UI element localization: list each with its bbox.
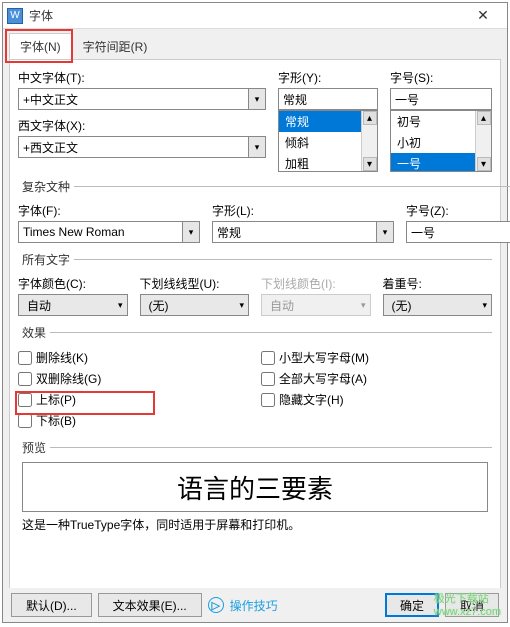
font-dialog: W 字体 ✕ 字体(N) 字符间距(R) 中文字体(T): ▾ 西文字体(X):… — [2, 2, 508, 623]
checkbox-strike[interactable]: 删除线(K) — [18, 347, 249, 368]
all-text-legend: 所有文字 — [18, 251, 74, 268]
double-strike-label: 双删除线(G) — [36, 370, 101, 387]
double-strike-checkbox[interactable] — [18, 372, 32, 386]
preview-text: 语言的三要素 — [177, 469, 333, 506]
chevron-down-icon: ▾ — [482, 300, 487, 311]
subscript-checkbox[interactable] — [18, 414, 32, 428]
scroll-down-icon[interactable]: ▾ — [363, 157, 377, 171]
tips-icon: ▷ — [208, 597, 224, 613]
label-style: 字形(Y): — [278, 68, 378, 86]
hidden-checkbox[interactable] — [261, 393, 275, 407]
button-bar: 默认(D)... 文本效果(E)... ▷ 操作技巧 确定 取消 — [3, 588, 507, 622]
size-listbox[interactable]: 初号 小初 一号 ▴ ▾ — [390, 110, 492, 172]
emphasis-select[interactable]: (无) ▾ — [383, 294, 493, 316]
preview-group: 预览 语言的三要素 这是一种TrueType字体，同时适用于屏幕和打印机。 — [18, 439, 492, 537]
chevron-down-icon: ▾ — [255, 94, 260, 105]
checkbox-small-caps[interactable]: 小型大写字母(M) — [261, 347, 492, 368]
preview-legend: 预览 — [18, 439, 50, 456]
style-listbox[interactable]: 常规 倾斜 加粗 ▴ ▾ — [278, 110, 378, 172]
label-style-l: 字形(L): — [212, 201, 394, 219]
all-caps-checkbox[interactable] — [261, 372, 275, 386]
effects-group: 效果 删除线(K) 双删除线(G) 上标(P) 下标(B) 小型大写字母(M) … — [18, 324, 492, 433]
label-underline-color: 下划线颜色(I): — [261, 274, 371, 292]
complex-font-input[interactable] — [18, 221, 182, 243]
complex-font-combobox[interactable]: ▾ — [18, 221, 200, 243]
chinese-font-combobox[interactable]: ▾ — [18, 88, 266, 110]
label-western-font: 西文字体(X): — [18, 116, 266, 134]
complex-script-group: 复杂文种 字体(F): ▾ 字形(L): ▾ 字 — [18, 178, 510, 245]
tab-font[interactable]: 字体(N) — [9, 33, 72, 59]
checkbox-hidden[interactable]: 隐藏文字(H) — [261, 389, 492, 410]
label-size: 字号(S): — [390, 68, 492, 86]
titlebar: W 字体 ✕ — [3, 3, 507, 29]
superscript-checkbox[interactable] — [18, 393, 32, 407]
chevron-down-icon: ▾ — [361, 300, 366, 311]
dialog-content: 中文字体(T): ▾ 西文字体(X): ▾ 字形(Y): 常规 倾斜 — [9, 59, 501, 606]
western-font-dropdown-button[interactable]: ▾ — [248, 136, 266, 158]
label-chinese-font: 中文字体(T): — [18, 68, 266, 86]
small-caps-checkbox[interactable] — [261, 351, 275, 365]
default-button[interactable]: 默认(D)... — [11, 593, 92, 617]
chevron-down-icon: ▾ — [189, 227, 194, 238]
chevron-down-icon: ▾ — [118, 300, 123, 311]
subscript-label: 下标(B) — [36, 412, 76, 429]
chinese-font-dropdown-button[interactable]: ▾ — [248, 88, 266, 110]
font-color-value: 自动 — [27, 297, 51, 314]
underline-select[interactable]: (无) ▾ — [140, 294, 250, 316]
strike-checkbox[interactable] — [18, 351, 32, 365]
size-scrollbar[interactable]: ▴ ▾ — [475, 111, 491, 171]
complex-style-input[interactable] — [212, 221, 376, 243]
scroll-down-icon[interactable]: ▾ — [477, 157, 491, 171]
scroll-up-icon[interactable]: ▴ — [363, 111, 377, 125]
checkbox-superscript[interactable]: 上标(P) — [18, 389, 249, 410]
chevron-down-icon: ▾ — [239, 300, 244, 311]
scroll-up-icon[interactable]: ▴ — [477, 111, 491, 125]
effects-legend: 效果 — [18, 324, 50, 341]
ok-button[interactable]: 确定 — [385, 593, 439, 617]
western-font-input[interactable] — [18, 136, 248, 158]
label-size-z: 字号(Z): — [406, 201, 510, 219]
watermark: 极光下载站 www.xz7.com — [434, 590, 501, 618]
complex-style-dropdown-button[interactable]: ▾ — [376, 221, 394, 243]
preview-description: 这是一种TrueType字体，同时适用于屏幕和打印机。 — [18, 512, 492, 535]
label-font-color: 字体颜色(C): — [18, 274, 128, 292]
complex-size-input[interactable] — [406, 221, 510, 243]
complex-legend: 复杂文种 — [18, 178, 74, 195]
superscript-label: 上标(P) — [36, 391, 76, 408]
checkbox-subscript[interactable]: 下标(B) — [18, 410, 249, 431]
small-caps-label: 小型大写字母(M) — [279, 349, 369, 366]
tips-link[interactable]: 操作技巧 — [230, 597, 278, 614]
checkbox-double-strike[interactable]: 双删除线(G) — [18, 368, 249, 389]
complex-style-combobox[interactable]: ▾ — [212, 221, 394, 243]
size-input[interactable] — [390, 88, 492, 110]
checkbox-all-caps[interactable]: 全部大写字母(A) — [261, 368, 492, 389]
tab-bar: 字体(N) 字符间距(R) — [3, 29, 507, 59]
preview-box: 语言的三要素 — [22, 462, 488, 512]
app-icon: W — [7, 8, 23, 24]
font-color-select[interactable]: 自动 ▾ — [18, 294, 128, 316]
style-scrollbar[interactable]: ▴ ▾ — [361, 111, 377, 171]
underline-color-select: 自动 ▾ — [261, 294, 371, 316]
strike-label: 删除线(K) — [36, 349, 88, 366]
chevron-down-icon: ▾ — [255, 142, 260, 153]
text-effects-button[interactable]: 文本效果(E)... — [98, 593, 202, 617]
dialog-title: 字体 — [29, 7, 463, 24]
all-caps-label: 全部大写字母(A) — [279, 370, 367, 387]
western-font-combobox[interactable]: ▾ — [18, 136, 266, 158]
tab-spacing[interactable]: 字符间距(R) — [72, 33, 159, 59]
underline-color-value: 自动 — [270, 297, 294, 314]
complex-size-combobox[interactable]: ▾ — [406, 221, 510, 243]
chinese-font-input[interactable] — [18, 88, 248, 110]
chevron-down-icon: ▾ — [383, 227, 388, 238]
hidden-label: 隐藏文字(H) — [279, 391, 344, 408]
style-input[interactable] — [278, 88, 378, 110]
complex-font-dropdown-button[interactable]: ▾ — [182, 221, 200, 243]
label-emphasis: 着重号: — [383, 274, 493, 292]
label-font-f: 字体(F): — [18, 201, 200, 219]
all-text-group: 所有文字 字体颜色(C): 自动 ▾ 下划线线型(U): (无) ▾ 下划线颜色(I… — [18, 251, 492, 318]
emphasis-value: (无) — [392, 297, 412, 314]
label-underline: 下划线线型(U): — [140, 274, 250, 292]
underline-value: (无) — [149, 297, 169, 314]
close-button[interactable]: ✕ — [463, 7, 503, 24]
